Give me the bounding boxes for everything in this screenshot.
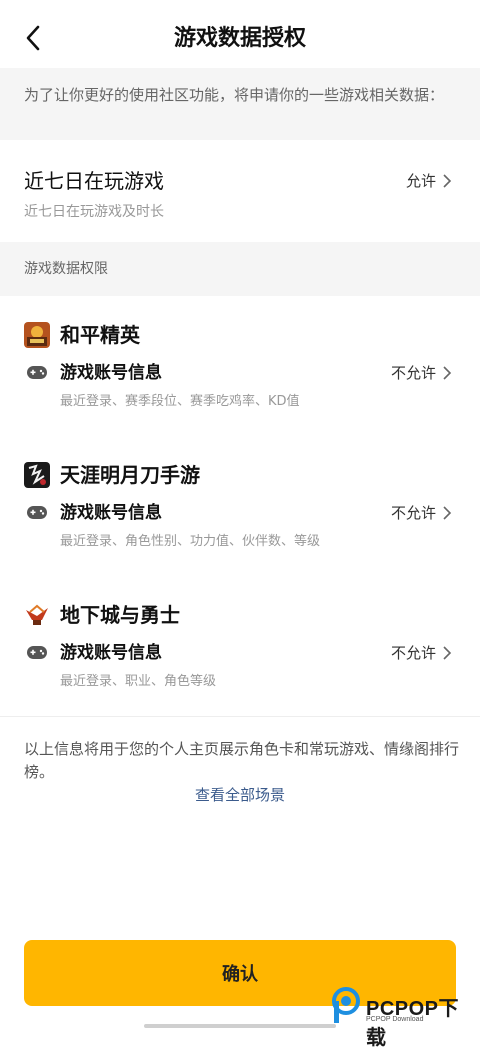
chevron-right-icon <box>443 506 452 520</box>
view-all-scenes-label: 查看全部场景 <box>194 786 285 804</box>
permission-status: 允许 <box>405 172 436 190</box>
gamepad-icon <box>27 506 47 519</box>
account-info-label: 游戏账号信息 <box>60 363 162 383</box>
account-permission-toggle[interactable]: 不允许 <box>391 502 452 524</box>
chevron-right-icon <box>443 174 452 188</box>
peacekeeper-elite-app-icon <box>24 322 50 348</box>
permission-status: 不允许 <box>390 644 436 662</box>
watermark: PCPOP下载 PCPOP Download <box>330 984 478 1049</box>
recent-games-row[interactable]: 近七日在玩游戏 近七日在玩游戏及时长 允许 <box>0 140 480 242</box>
account-permission-toggle[interactable]: 不允许 <box>391 362 452 384</box>
recent-games-permission[interactable]: 允许 <box>406 170 452 192</box>
tianya-mingyuedao-app-icon <box>24 462 50 488</box>
permission-status: 不允许 <box>390 364 436 382</box>
home-indicator <box>144 1024 336 1028</box>
page-title: 游戏数据授权 <box>173 26 306 51</box>
chevron-right-icon <box>443 646 452 660</box>
gamepad-icon <box>27 366 47 379</box>
game-name: 和平精英 <box>60 323 140 347</box>
gamepad-icon <box>27 646 47 659</box>
account-info-description: 最近登录、赛季段位、赛季吃鸡率、KD值 <box>60 394 300 409</box>
game-name: 天涯明月刀手游 <box>60 463 200 487</box>
account-info-description: 最近登录、角色性别、功力值、伙伴数、等级 <box>60 534 321 549</box>
game-card: 天涯明月刀手游 游戏账号信息 最近登录、角色性别、功力值、伙伴数、等级 不允许 <box>0 436 480 577</box>
account-info-label: 游戏账号信息 <box>60 643 162 663</box>
section-header: 游戏数据权限 <box>0 242 480 296</box>
dnf-app-icon <box>24 602 50 628</box>
watermark-sub: PCPOP Download <box>366 1016 424 1023</box>
chevron-right-icon <box>443 366 452 380</box>
game-card: 地下城与勇士 游戏账号信息 最近登录、职业、角色等级 不允许 <box>0 576 480 717</box>
pcpop-logo-icon <box>332 987 360 1023</box>
account-info-description: 最近登录、职业、角色等级 <box>60 674 217 689</box>
view-all-scenes-link[interactable]: 查看全部场景 <box>0 784 480 806</box>
usage-note: 以上信息将用于您的个人主页展示角色卡和常玩游戏、情缘阁排行榜。 <box>24 740 460 781</box>
intro-text: 为了让你更好的使用社区功能，将申请你的一些游戏相关数据： <box>24 86 445 104</box>
account-info-label: 游戏账号信息 <box>60 503 162 523</box>
account-permission-toggle[interactable]: 不允许 <box>391 642 452 664</box>
confirm-label: 确认 <box>222 964 258 985</box>
header: 游戏数据授权 <box>0 0 480 68</box>
recent-games-subtitle: 近七日在玩游戏及时长 <box>24 204 164 220</box>
permission-status: 不允许 <box>390 504 436 522</box>
game-card: 和平精英 游戏账号信息 最近登录、赛季段位、赛季吃鸡率、KD值 不允许 <box>0 296 480 437</box>
section-title: 游戏数据权限 <box>24 261 108 277</box>
recent-games-title: 近七日在玩游戏 <box>24 169 164 193</box>
game-name: 地下城与勇士 <box>60 603 180 627</box>
intro-banner: 为了让你更好的使用社区功能，将申请你的一些游戏相关数据： <box>0 68 480 140</box>
